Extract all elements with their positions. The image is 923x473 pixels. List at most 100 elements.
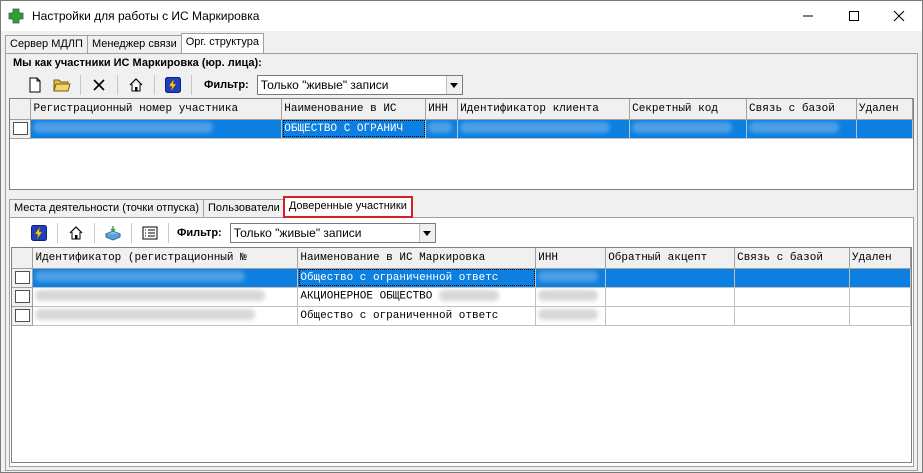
row-indicator[interactable]: [12, 268, 34, 288]
identifier-cell[interactable]: [32, 268, 299, 288]
import-icon: [104, 226, 122, 241]
deleted-cell[interactable]: [856, 119, 913, 139]
delete-button[interactable]: [87, 74, 111, 96]
db-link-cell[interactable]: [746, 119, 857, 139]
column-header[interactable]: Обратный акцепт: [605, 248, 736, 269]
tab-mdlp-server[interactable]: Сервер МДЛП: [5, 35, 88, 53]
table-row[interactable]: АКЦИОНЕРНОЕ ОБЩЕСТВО: [12, 287, 911, 307]
column-header[interactable]: Наименование в ИС: [281, 99, 427, 120]
column-header[interactable]: Секретный код: [629, 99, 748, 120]
maximize-icon: [849, 11, 859, 21]
row-indicator[interactable]: [12, 306, 34, 326]
column-header[interactable]: Связь с базой: [734, 248, 851, 269]
reg-number-cell[interactable]: [30, 119, 283, 139]
deleted-cell[interactable]: [849, 287, 911, 307]
inn-cell[interactable]: [535, 306, 607, 326]
column-header[interactable]: ИНН: [425, 99, 459, 120]
table-row[interactable]: Общество с ограниченной ответс: [12, 306, 911, 326]
home-icon: [129, 78, 143, 92]
reverse-accept-cell[interactable]: [605, 268, 736, 288]
toolbar-separator: [117, 75, 118, 95]
toolbar-separator: [94, 223, 95, 243]
inn-cell[interactable]: [425, 119, 459, 139]
column-header[interactable]: Наименование в ИС Маркировка: [297, 248, 537, 269]
row-indicator-header: [10, 99, 32, 120]
minimize-icon: [803, 15, 813, 17]
top-filter-select[interactable]: Только "живые" записи: [256, 75, 463, 95]
new-record-button[interactable]: [23, 74, 47, 96]
identifier-cell[interactable]: [32, 306, 299, 326]
inn-cell[interactable]: [535, 287, 607, 307]
lightning-icon: [31, 225, 47, 241]
reverse-accept-cell[interactable]: [605, 306, 736, 326]
new-document-icon: [29, 77, 41, 93]
row-indicator[interactable]: [12, 287, 34, 307]
table-row[interactable]: Общество с ограниченной ответс: [12, 268, 911, 288]
name-text: АКЦИОНЕРНОЕ ОБЩЕСТВО: [300, 290, 433, 303]
home-button[interactable]: [64, 222, 88, 244]
toolbar-separator: [191, 75, 192, 95]
identifier-cell[interactable]: [32, 287, 299, 307]
bottom-tab-strip: Места деятельности (точки отпуска) Польз…: [9, 196, 413, 218]
name-cell[interactable]: Общество с ограниченной ответс: [297, 268, 537, 288]
participants-section-title: Мы как участники ИС Маркировка (юр. лица…: [13, 57, 262, 69]
toolbar-separator: [168, 223, 169, 243]
open-button[interactable]: [50, 74, 74, 96]
client-id-cell[interactable]: [457, 119, 631, 139]
close-icon: [893, 10, 905, 22]
tab-org-structure[interactable]: Орг. структура: [180, 33, 264, 53]
column-header[interactable]: Удален: [849, 248, 911, 269]
top-toolbar: Фильтр: Только "живые" записи: [23, 73, 463, 97]
title-bar: Настройки для работы с ИС Маркировка: [1, 1, 922, 31]
column-header[interactable]: Идентификатор (регистрационный №: [32, 248, 299, 269]
column-header[interactable]: Связь с базой: [746, 99, 857, 120]
toolbar-separator: [131, 223, 132, 243]
name-cell[interactable]: ОБЩЕСТВО С ОГРАНИЧ: [281, 119, 427, 139]
chevron-down-icon[interactable]: [445, 76, 462, 94]
tab-activity-places[interactable]: Места деятельности (точки отпуска): [9, 199, 205, 217]
window-title: Настройки для работы с ИС Маркировка: [32, 9, 260, 23]
row-indicator[interactable]: [10, 119, 32, 139]
redacted-value: [35, 271, 246, 283]
home-button[interactable]: [124, 74, 148, 96]
bottom-filter-select[interactable]: Только "живые" записи: [229, 223, 436, 243]
db-link-cell[interactable]: [734, 268, 851, 288]
participants-grid: Регистрационный номер участника Наименов…: [9, 98, 914, 190]
deleted-cell[interactable]: [849, 306, 911, 326]
redacted-value: [33, 122, 214, 134]
tab-users[interactable]: Пользователи: [203, 199, 285, 217]
deleted-cell[interactable]: [849, 268, 911, 288]
import-button[interactable]: [101, 222, 125, 244]
column-header[interactable]: Удален: [856, 99, 913, 120]
connect-button[interactable]: [161, 74, 185, 96]
close-button[interactable]: [876, 1, 922, 31]
trusted-participants-grid: Идентификатор (регистрационный № Наимено…: [11, 247, 912, 463]
minimize-button[interactable]: [785, 1, 831, 31]
column-header[interactable]: Регистрационный номер участника: [30, 99, 283, 120]
redacted-value: [538, 290, 599, 302]
bottom-toolbar: Фильтр: Только "живые" записи: [27, 221, 436, 245]
row-indicator-header: [12, 248, 34, 269]
connect-button[interactable]: [27, 222, 51, 244]
top-filter-value: Только "живые" записи: [260, 78, 389, 92]
column-header[interactable]: ИНН: [535, 248, 607, 269]
secret-code-cell[interactable]: [629, 119, 748, 139]
db-link-cell[interactable]: [734, 287, 851, 307]
name-cell[interactable]: Общество с ограниченной ответс: [297, 306, 537, 326]
name-cell[interactable]: АКЦИОНЕРНОЕ ОБЩЕСТВО: [297, 287, 537, 307]
tab-trusted-participants[interactable]: Доверенные участники: [282, 196, 413, 218]
redacted-value: [632, 122, 733, 134]
maximize-button[interactable]: [831, 1, 877, 31]
table-row[interactable]: ОБЩЕСТВО С ОГРАНИЧ: [10, 119, 913, 139]
tab-connection-manager[interactable]: Менеджер связи: [86, 35, 182, 53]
home-icon: [69, 226, 83, 240]
app-cross-icon: [8, 8, 24, 24]
chevron-down-icon[interactable]: [418, 224, 435, 242]
column-header[interactable]: Идентификатор клиента: [457, 99, 631, 120]
toolbar-separator: [154, 75, 155, 95]
reverse-accept-cell[interactable]: [605, 287, 736, 307]
list-button[interactable]: [138, 222, 162, 244]
list-icon: [142, 226, 158, 240]
db-link-cell[interactable]: [734, 306, 851, 326]
inn-cell[interactable]: [535, 268, 607, 288]
